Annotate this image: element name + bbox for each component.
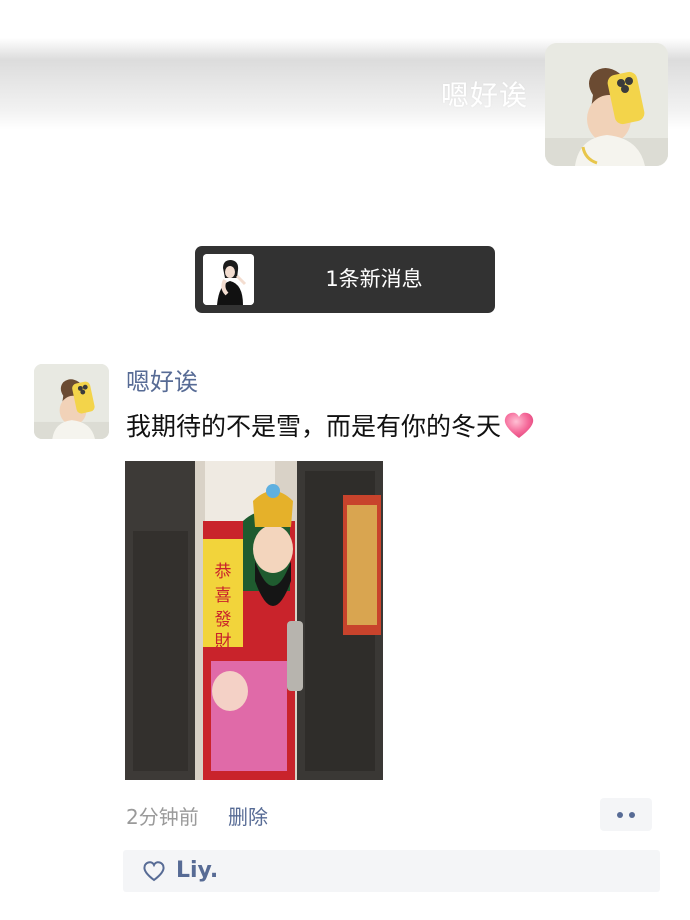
- notice-avatar: [203, 254, 254, 305]
- notice-avatar-image: [203, 254, 254, 305]
- post-author-avatar[interactable]: [34, 364, 109, 439]
- profile-avatar[interactable]: [545, 43, 668, 166]
- two-dots-icon: [617, 812, 623, 818]
- avatar-photo: [545, 43, 668, 166]
- pink-heart-emoji: [504, 412, 534, 438]
- post-photo[interactable]: 恭 喜 發 財: [125, 461, 383, 780]
- likes-bar: Liy.: [123, 850, 660, 892]
- notice-text: 1条新消息: [325, 267, 423, 291]
- more-actions-button[interactable]: [600, 798, 652, 831]
- post-text: 我期待的不是雪，而是有你的冬天: [126, 408, 535, 446]
- delete-post-button[interactable]: 删除: [228, 802, 268, 832]
- heart-outline-icon: [143, 861, 165, 882]
- new-message-notice[interactable]: 1条新消息: [195, 246, 495, 313]
- post-author-name[interactable]: 嗯好诶: [126, 365, 198, 399]
- photo-banner-char-1: 恭: [215, 562, 232, 582]
- door-god-of-wealth-image: 恭 喜 發 財: [125, 461, 383, 780]
- photo-banner-char-4: 財: [215, 632, 232, 652]
- liker-name[interactable]: Liy.: [176, 850, 218, 892]
- post-text-content: 我期待的不是雪，而是有你的冬天: [126, 412, 502, 441]
- photo-banner-char-2: 喜: [215, 586, 232, 606]
- cover-username: 嗯好诶: [440, 79, 528, 112]
- post-avatar-photo: [34, 364, 109, 439]
- two-dots-icon: [629, 812, 635, 818]
- post-timestamp: 2分钟前: [126, 805, 199, 829]
- photo-banner-char-3: 發: [215, 610, 232, 630]
